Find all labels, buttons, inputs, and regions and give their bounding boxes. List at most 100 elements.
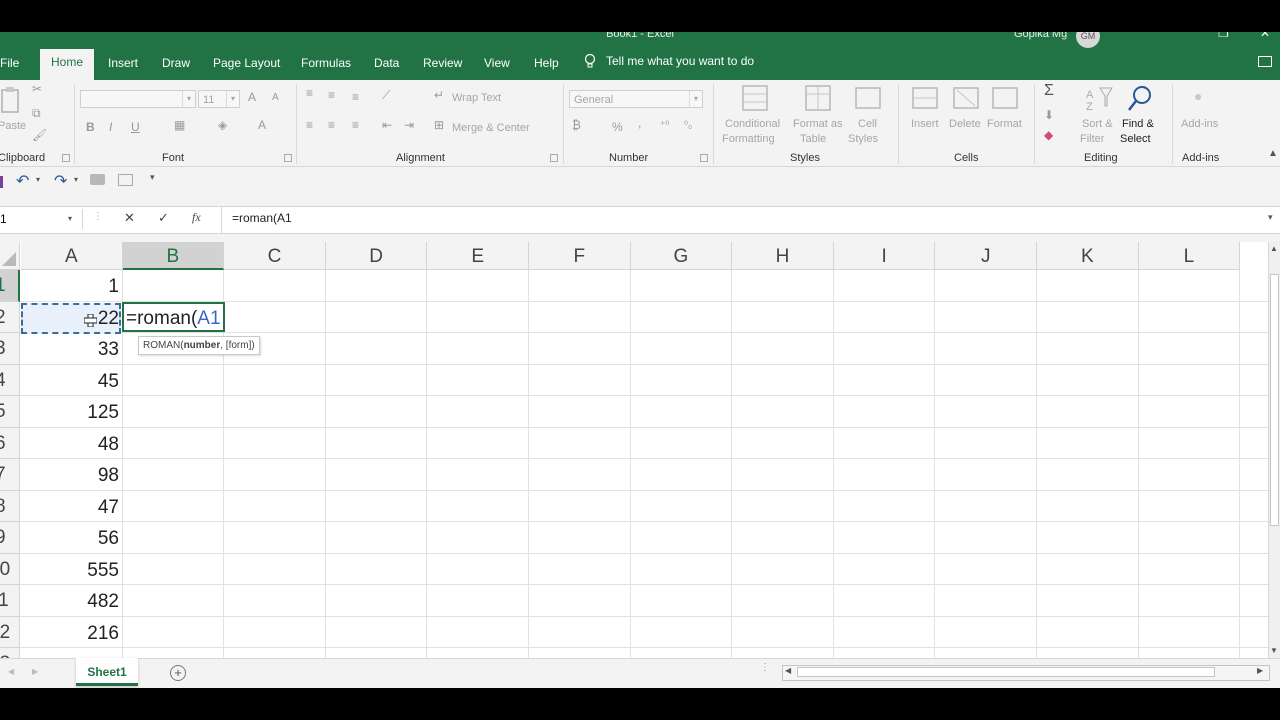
row-header-1[interactable]: 1 <box>0 270 20 302</box>
expand-formula-bar-icon[interactable]: ▾ <box>1268 212 1273 223</box>
row-header-6[interactable]: 6 <box>0 427 20 459</box>
insert-cells-icon[interactable] <box>910 84 940 114</box>
cell-a11[interactable]: 482 <box>21 585 119 616</box>
find-select-label-1[interactable]: Find & <box>1122 118 1154 130</box>
number-format-combo[interactable]: General ▾ <box>569 90 703 108</box>
fill-color-icon[interactable]: ◈ <box>218 118 227 132</box>
comma-style-button[interactable]: , <box>638 116 641 130</box>
wrap-text-button[interactable]: Wrap Text <box>452 92 501 104</box>
column-header-e[interactable]: E <box>427 242 529 270</box>
column-header-a[interactable]: A <box>21 242 123 270</box>
row-header-9[interactable]: 9 <box>0 522 20 554</box>
shrink-font-icon[interactable]: A <box>272 92 279 103</box>
column-header-f[interactable]: F <box>529 242 631 270</box>
column-header-g[interactable]: G <box>630 242 733 270</box>
increase-decimal-icon[interactable]: ⁺⁰ <box>660 120 669 131</box>
decrease-indent-icon[interactable]: ⇤ <box>382 118 392 132</box>
merge-center-icon[interactable]: ⊞ <box>434 118 444 132</box>
row-header-8[interactable]: 8 <box>0 490 20 522</box>
addins-icon[interactable]: ● <box>1194 88 1202 104</box>
align-right-icon[interactable]: ≡ <box>352 118 359 132</box>
percent-style-button[interactable]: % <box>612 120 623 134</box>
tab-draw[interactable]: Draw <box>154 50 198 80</box>
format-cells-icon[interactable] <box>990 84 1020 114</box>
horizontal-scroll-thumb[interactable] <box>797 667 1215 677</box>
tab-formulas[interactable]: Formulas <box>293 50 359 80</box>
font-color-icon[interactable]: A <box>258 118 266 132</box>
row-header-2[interactable]: 2 <box>0 301 20 333</box>
column-header-k[interactable]: K <box>1037 242 1139 270</box>
format-cells-button[interactable]: Format <box>987 118 1022 130</box>
row-header-7[interactable]: 7 <box>0 459 20 491</box>
tab-home[interactable]: Home <box>40 49 95 80</box>
worksheet-grid[interactable]: ABCDEFGHIJKL 12345678910111213 122334512… <box>0 242 1268 658</box>
cell-a6[interactable]: 48 <box>21 428 119 459</box>
font-launcher-icon[interactable] <box>284 154 292 162</box>
cell-styles-label-2[interactable]: Styles <box>848 133 878 145</box>
wrap-text-icon[interactable]: ↵ <box>434 88 444 102</box>
align-center-icon[interactable]: ≡ <box>328 118 335 132</box>
conditional-formatting-icon[interactable] <box>740 84 770 114</box>
scroll-right-icon[interactable]: ▶ <box>1257 666 1263 675</box>
select-all-button[interactable] <box>0 242 20 270</box>
save-icon[interactable] <box>0 176 3 188</box>
cell-a9[interactable]: 56 <box>21 522 119 553</box>
autosum-icon[interactable]: Σ <box>1044 82 1054 100</box>
row-header-4[interactable]: 4 <box>0 364 20 396</box>
format-painter-icon[interactable]: 🖌 <box>32 128 47 142</box>
decrease-decimal-icon[interactable]: ⁰₀ <box>684 120 692 131</box>
tab-page-layout[interactable]: Page Layout <box>205 50 288 80</box>
cell-editor[interactable]: =roman(A1 <box>126 308 221 330</box>
redo-icon[interactable]: ↷ <box>54 171 67 191</box>
font-name-combo[interactable]: ▾ <box>80 90 196 108</box>
bold-button[interactable]: B <box>86 120 95 134</box>
column-header-l[interactable]: L <box>1138 242 1241 270</box>
add-sheet-icon[interactable]: + <box>170 665 186 681</box>
conditional-formatting-label-2[interactable]: Formatting <box>722 133 775 145</box>
cut-icon[interactable]: ✂ <box>32 82 42 96</box>
format-as-table-label-2[interactable]: Table <box>800 133 826 145</box>
collapse-ribbon-icon[interactable]: ▲ <box>1268 148 1278 159</box>
delete-cells-icon[interactable] <box>951 84 981 114</box>
column-header-c[interactable]: C <box>224 242 326 270</box>
tab-split-handle[interactable]: ⋮ <box>760 662 770 673</box>
comments-icon[interactable] <box>1258 56 1272 67</box>
vertical-scrollbar[interactable]: ▲ ▼ <box>1268 242 1280 658</box>
camera-icon[interactable] <box>90 174 105 185</box>
cell-styles-icon[interactable] <box>853 84 883 114</box>
drag-handle-icon[interactable]: ⋮ <box>93 211 103 222</box>
cell-a2[interactable]: 22 <box>21 302 119 333</box>
cell-a12[interactable]: 216 <box>21 617 119 648</box>
form-icon[interactable] <box>118 174 133 186</box>
align-bottom-icon[interactable]: ≡ <box>352 90 359 104</box>
sort-filter-label-1[interactable]: Sort & <box>1082 118 1113 130</box>
orientation-icon[interactable]: ⟋ <box>382 88 390 103</box>
row-header-11[interactable]: 11 <box>0 585 20 617</box>
sheet-tab-sheet1[interactable]: Sheet1 <box>76 658 138 686</box>
tab-help[interactable]: Help <box>526 50 567 80</box>
find-select-label-2[interactable]: Select <box>1120 133 1151 145</box>
cell-a8[interactable]: 47 <box>21 491 119 522</box>
cell-a5[interactable]: 125 <box>21 396 119 427</box>
italic-button[interactable]: I <box>109 120 112 134</box>
avatar[interactable]: GM <box>1076 32 1100 48</box>
customize-qat-icon[interactable]: ▾ <box>150 172 155 183</box>
cell-a7[interactable]: 98 <box>21 459 119 490</box>
chevron-down-icon[interactable]: ▾ <box>74 175 78 184</box>
row-header-13[interactable]: 13 <box>0 648 20 658</box>
enter-entry-button[interactable]: ✓ <box>158 210 169 226</box>
next-sheet-icon[interactable]: ▶ <box>32 667 38 676</box>
format-as-table-label-1[interactable]: Format as <box>793 118 843 130</box>
align-top-icon[interactable]: ≡ <box>306 86 313 100</box>
scroll-up-icon[interactable]: ▲ <box>1270 244 1278 253</box>
chevron-down-icon[interactable]: ▾ <box>36 175 40 184</box>
prev-sheet-icon[interactable]: ◀ <box>8 667 14 676</box>
tab-data[interactable]: Data <box>366 50 407 80</box>
name-box[interactable]: A1 ▾ <box>0 209 83 229</box>
column-header-b[interactable]: B <box>122 242 225 270</box>
close-icon[interactable]: ✕ <box>1260 32 1270 40</box>
find-select-icon[interactable] <box>1126 84 1156 114</box>
row-header-3[interactable]: 3 <box>0 333 20 365</box>
horizontal-scrollbar[interactable]: ◀ ▶ <box>782 665 1270 681</box>
formula-input[interactable]: =roman(A1 <box>232 211 292 225</box>
